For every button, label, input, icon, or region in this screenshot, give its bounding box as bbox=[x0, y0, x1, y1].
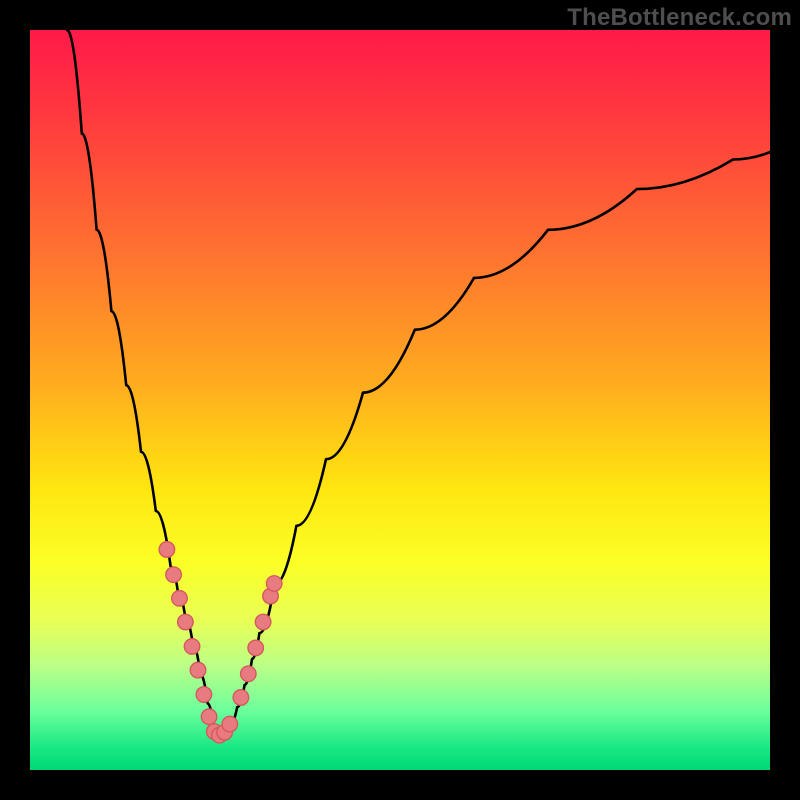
data-point bbox=[222, 716, 238, 732]
data-point bbox=[196, 687, 212, 703]
data-point bbox=[233, 690, 249, 706]
data-point bbox=[241, 666, 257, 682]
data-point-markers bbox=[159, 542, 282, 743]
chart-frame: TheBottleneck.com bbox=[0, 0, 800, 800]
data-point bbox=[255, 614, 271, 630]
data-point bbox=[172, 591, 188, 607]
data-point bbox=[159, 542, 175, 558]
watermark-text: TheBottleneck.com bbox=[567, 4, 792, 32]
data-point bbox=[266, 576, 282, 592]
data-point bbox=[166, 567, 182, 583]
plot-area bbox=[30, 30, 770, 770]
data-point bbox=[201, 709, 217, 725]
data-point bbox=[190, 662, 206, 678]
curve-layer bbox=[30, 30, 770, 770]
data-point bbox=[248, 640, 264, 656]
data-point bbox=[178, 614, 194, 630]
bottleneck-curve bbox=[67, 30, 770, 737]
data-point bbox=[184, 639, 200, 655]
